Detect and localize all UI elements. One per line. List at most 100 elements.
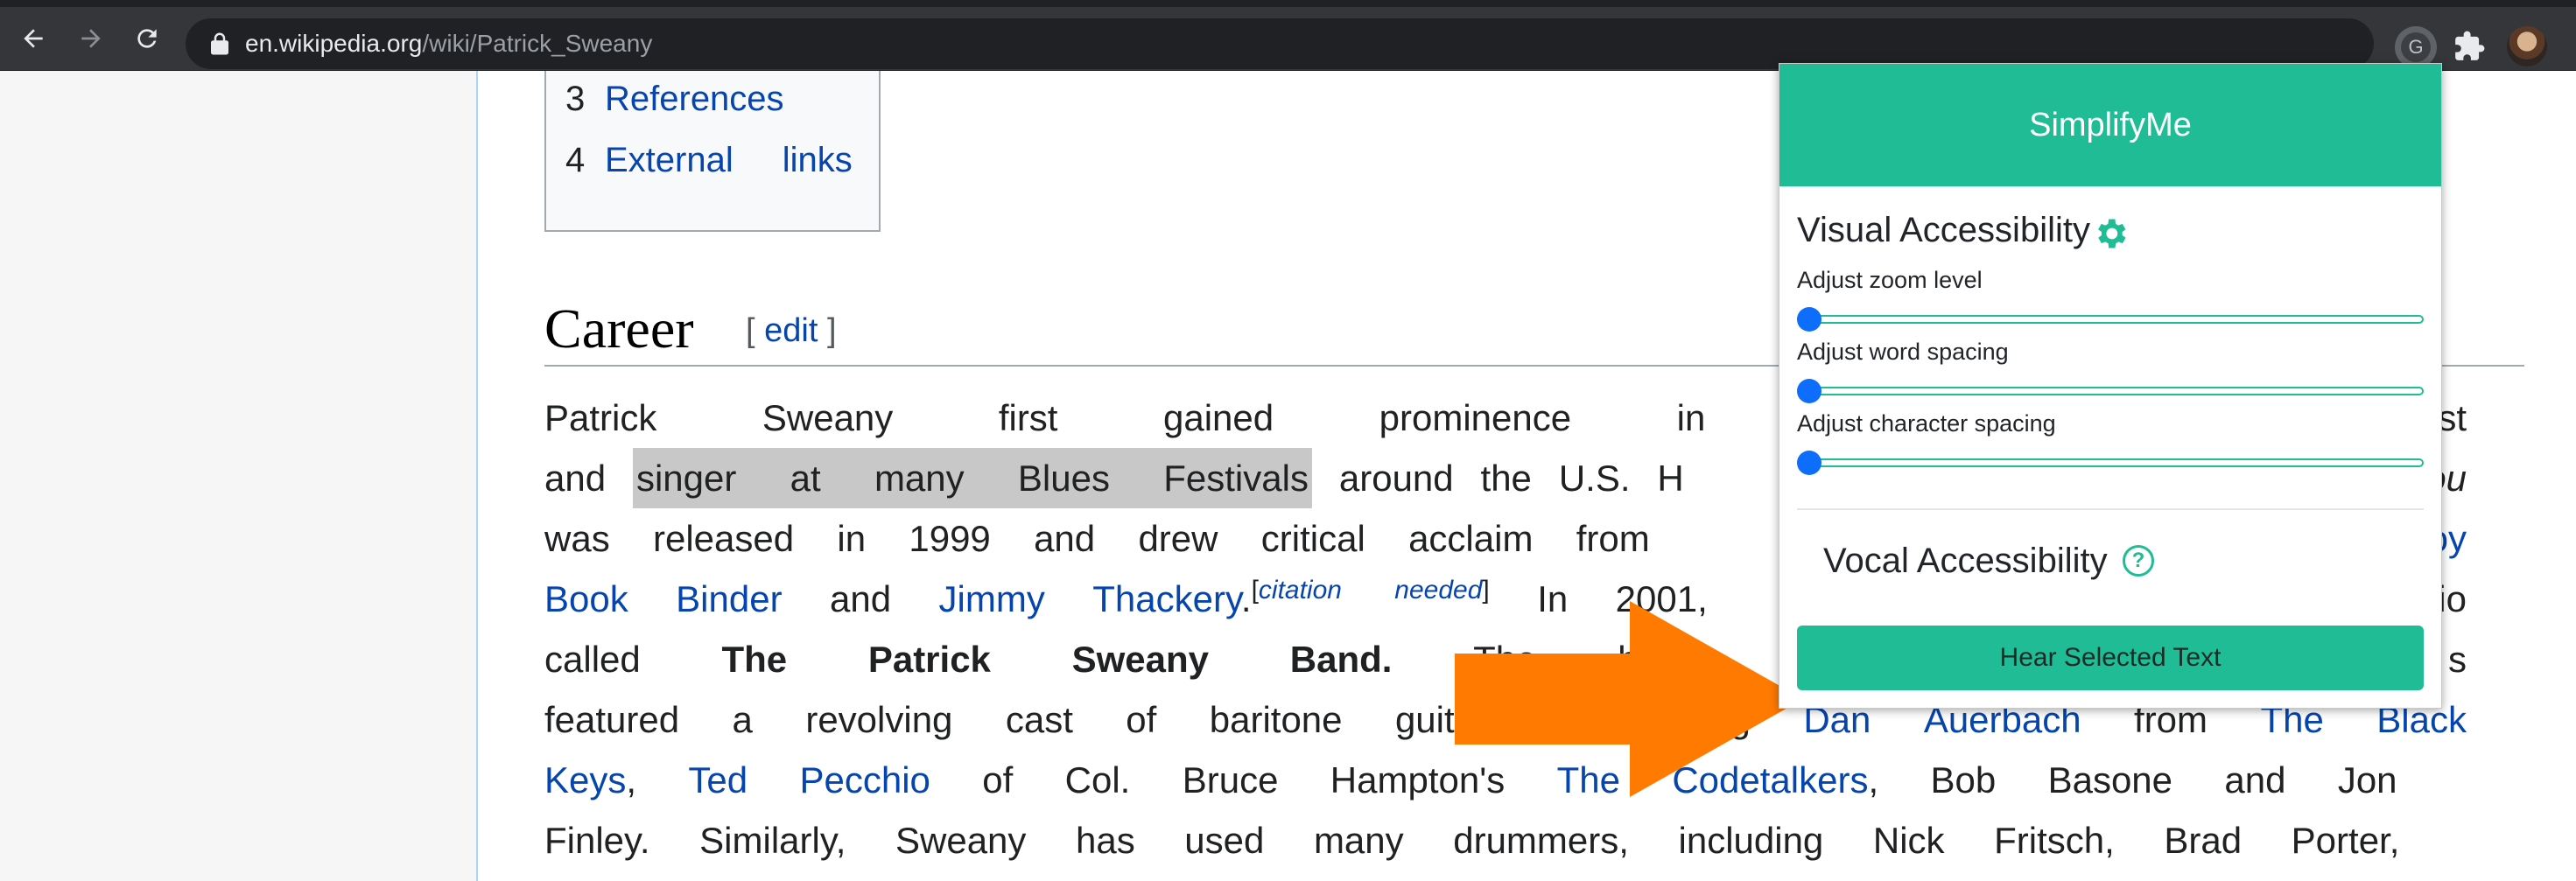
toc-link-word: External [605,141,733,179]
toc-link-word: links [782,141,853,179]
settings-gear-icon[interactable] [2091,214,2130,253]
word: baritone [1209,699,1343,740]
toc-number: 3 [565,80,586,118]
edit-link[interactable]: edit [764,312,818,349]
help-icon[interactable]: ? [2123,545,2154,577]
zoom-slider-label: Adjust zoom level [1797,267,1983,293]
back-button[interactable] [14,19,53,58]
word: many [874,458,965,499]
character-spacing-slider[interactable] [1797,451,2424,475]
reload-button[interactable] [128,19,166,58]
slider-track [1797,387,2424,395]
word: Festivals [1163,458,1309,499]
text-line: Finley. Similarly, Sweany has used many … [544,810,2467,871]
word: Bruce [1182,759,1279,801]
word: Sweany [895,820,1027,861]
word: singer [635,458,737,499]
toc-link-references[interactable]: References [605,80,784,118]
word: Sweany [1071,639,1210,680]
word: including [1678,820,1824,861]
content-border [476,71,478,881]
word: featured [544,699,680,740]
word: drew [1138,518,1218,559]
table-of-contents: 3 References 4 External links [544,71,881,232]
word: in [1676,397,1706,438]
word: Band. [1289,639,1393,680]
word: and [830,578,892,619]
slider-thumb[interactable] [1797,379,1821,403]
pointer-arrow-icon [1455,601,1803,797]
hear-selected-text-button[interactable]: Hear Selected Text [1797,626,2424,690]
lock-icon [211,32,228,55]
word: has [1075,820,1135,861]
toc-link-external-links[interactable]: External links [605,141,853,179]
extension-g-icon: G [2401,32,2431,62]
back-icon [24,29,43,48]
bracket: [ [1251,576,1259,605]
puzzle-icon[interactable] [2453,30,2486,63]
word: around [1338,458,1454,499]
word: gained [1162,397,1274,438]
citation-needed: [citation needed] [1252,576,1490,605]
word: Similarly, [699,820,846,861]
word: many [1313,820,1404,861]
wiki-link[interactable]: Book [544,569,628,629]
wiki-link[interactable]: Pecchio [799,750,930,810]
word: Porter, [2291,820,2400,861]
slider-thumb[interactable] [1797,307,1821,332]
word: Col. [1064,759,1131,801]
reload-icon [137,29,157,48]
character-spacing-slider-label: Adjust character spacing [1797,410,2056,437]
word: and [544,458,607,499]
simplifyme-popup: SimplifyMe Visual Accessibility Adjust z… [1779,63,2442,709]
sidebar-background [0,71,476,881]
word: Bob [1930,759,1997,801]
browser-toolbar: en.wikipedia.org/wiki/Patrick_Sweany G [0,7,2576,71]
slider-track [1797,315,2424,324]
wiki-link[interactable]: Binder [676,569,782,629]
word: Blues [1017,458,1110,499]
word: 1999 [909,518,991,559]
citation-link[interactable]: citation needed [1259,576,1483,605]
wiki-link[interactable]: Keys [544,759,626,801]
word: Fritsch, [1994,820,2115,861]
word: Nick [1872,820,1945,861]
toc-item: 4 External links [565,141,853,180]
wiki-link[interactable]: Jimmy [939,569,1045,629]
word: Patrick [867,639,991,680]
word: called [544,639,641,680]
slider-thumb[interactable] [1797,451,1821,475]
word-spacing-slider[interactable] [1797,379,2424,403]
url-path: /wiki/Patrick_Sweany [422,30,653,57]
toc-item: 3 References [565,80,784,119]
word: revolving [805,699,953,740]
word: at [790,458,821,499]
selected-text[interactable]: singer at many Blues Festivals [632,448,1312,508]
wiki-link[interactable]: Thackery [1092,578,1241,619]
word: and [2224,759,2286,801]
word: drummers, [1453,820,1629,861]
punctuation: . [1240,578,1252,619]
word: Basone [2047,759,2173,801]
forward-button[interactable] [72,19,110,58]
visual-accessibility-title: Visual Accessibility [1797,211,2090,249]
popup-header: SimplifyMe [1779,64,2441,186]
section-heading: Career [544,297,694,360]
word: acclaim [1408,518,1534,559]
word: s [2447,639,2467,680]
word: H [1657,458,1684,499]
edit-section: [ edit ] [746,312,837,350]
wiki-link[interactable]: Ted [688,750,748,810]
word-spacing-slider-label: Adjust word spacing [1797,339,2009,365]
word: Brad [2164,820,2243,861]
extension-g-button[interactable]: G [2395,26,2437,68]
address-bar[interactable]: en.wikipedia.org/wiki/Patrick_Sweany [186,18,2540,69]
word: from [1576,518,1650,559]
toc-number: 4 [565,141,586,179]
url-host: en.wikipedia.org [245,30,423,57]
word: prominence [1379,397,1572,438]
profile-avatar[interactable] [2507,26,2547,66]
word: of [982,759,1014,801]
zoom-slider[interactable] [1797,307,2424,332]
bracket: [ [746,312,755,349]
